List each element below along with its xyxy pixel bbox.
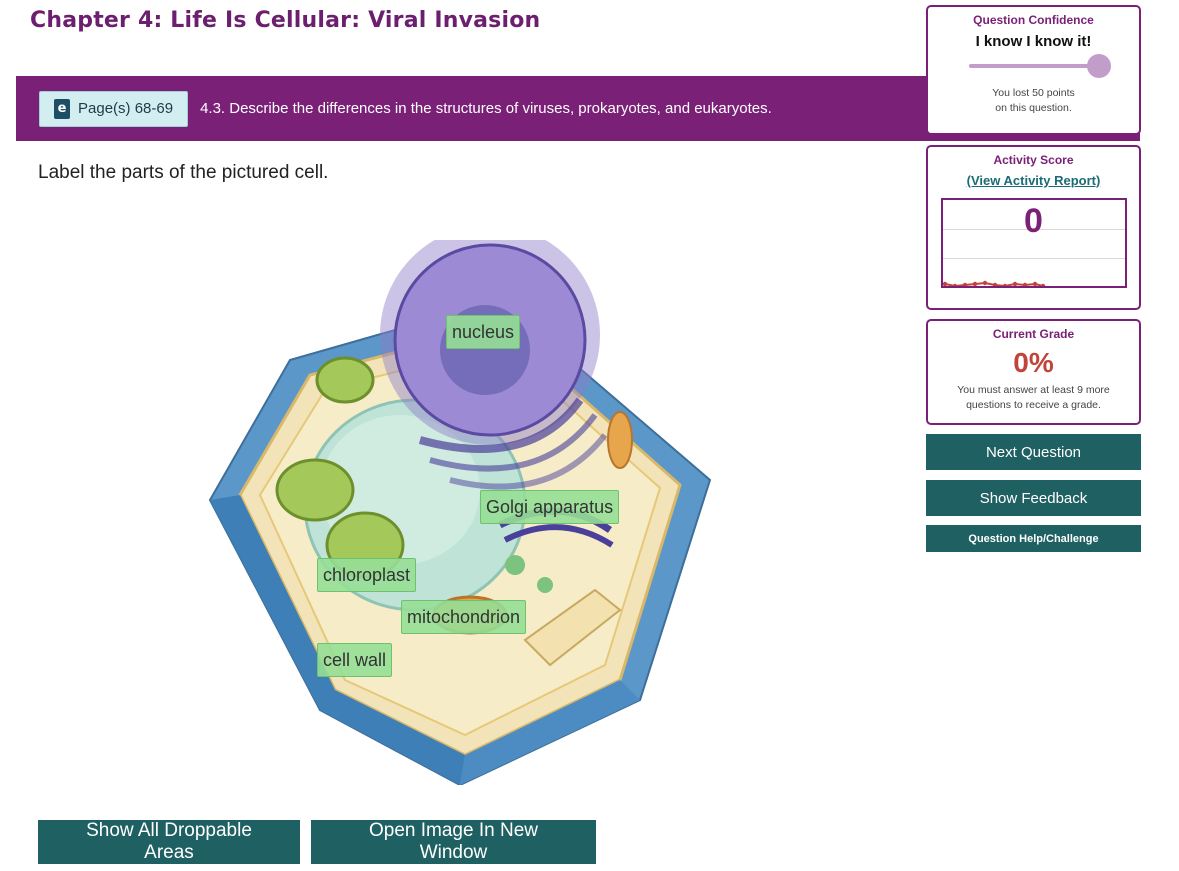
next-question-button[interactable]: Next Question (926, 434, 1141, 470)
show-feedback-button[interactable]: Show Feedback (926, 480, 1141, 516)
current-grade-value: 0% (1013, 347, 1054, 378)
grade-note-line2: questions to receive a grade. (966, 399, 1101, 411)
confidence-title: Question Confidence (973, 13, 1094, 27)
confidence-slider[interactable] (968, 54, 1111, 78)
score-trend-line (942, 280, 1045, 286)
label-nucleus[interactable]: nucleus (446, 315, 521, 349)
question-prompt: Label the parts of the pictured cell. (38, 162, 329, 183)
show-droppable-areas-button[interactable]: Show All Droppable Areas (38, 820, 300, 864)
current-grade-title: Current Grade (992, 327, 1075, 341)
confidence-value: I know I know it! (975, 33, 1092, 50)
plant-cell-illustration: nucleus Golgi apparatus chloroplast mito… (200, 240, 720, 785)
current-grade-panel: Current Grade 0% You must answer at leas… (926, 319, 1141, 425)
label-golgi-apparatus[interactable]: Golgi apparatus (480, 490, 620, 524)
activity-score-chart: 0 (940, 198, 1127, 288)
confidence-note-line1: You lost 50 points (992, 87, 1075, 99)
objective-text: 4.3. Describe the differences in the str… (200, 100, 772, 117)
chapter-title: Chapter 4: Life Is Cellular: Viral Invas… (30, 8, 541, 33)
view-activity-report-link[interactable]: (View Activity Report) (967, 173, 1101, 188)
grade-note-line1: You must answer at least 9 more (957, 384, 1110, 396)
activity-score-title: Activity Score (993, 153, 1074, 167)
page-label: Page(s) 68-69 (78, 100, 174, 117)
confidence-note-line2: on this question. (995, 102, 1072, 114)
label-cell-wall[interactable]: cell wall (317, 643, 393, 677)
activity-score-panel: Activity Score (View Activity Report) 0 (926, 145, 1141, 310)
open-image-button[interactable]: Open Image In New Window (311, 820, 596, 864)
ebook-page-button[interactable]: e Page(s) 68-69 (39, 90, 189, 127)
confidence-slider-thumb[interactable] (1086, 54, 1111, 78)
label-chloroplast[interactable]: chloroplast (317, 558, 417, 592)
ebook-icon: e (54, 98, 70, 119)
confidence-panel: Question Confidence I know I know it! Yo… (926, 5, 1141, 135)
label-mitochondrion[interactable]: mitochondrion (401, 600, 527, 634)
question-help-button[interactable]: Question Help/Challenge (926, 525, 1141, 552)
